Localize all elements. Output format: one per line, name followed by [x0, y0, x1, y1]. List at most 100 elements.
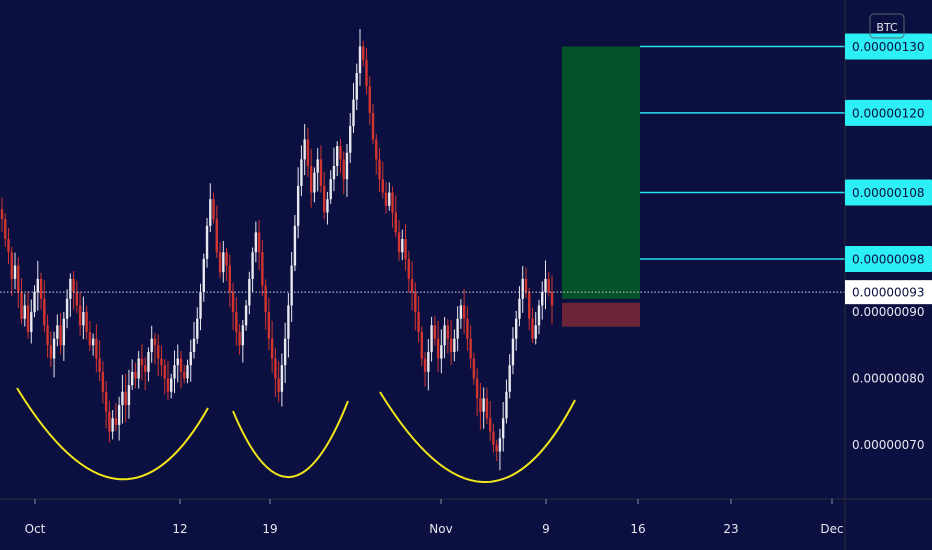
candle-body: [202, 258, 205, 293]
candle-body: [453, 338, 456, 352]
candle-body: [251, 252, 254, 279]
time-tick-label: 16: [630, 522, 645, 536]
candle-body: [443, 325, 446, 346]
candle-body: [82, 312, 85, 326]
candle-body: [469, 338, 472, 359]
candle-body: [111, 418, 114, 432]
candle-body: [475, 378, 479, 399]
candle-body: [482, 398, 485, 412]
candle-body: [355, 73, 358, 100]
candle-body: [101, 371, 105, 392]
candle-body: [436, 338, 440, 359]
candle-body: [511, 338, 515, 366]
candle-body: [492, 431, 495, 445]
candle-body: [98, 358, 101, 372]
candle-body: [534, 325, 537, 339]
candle-body: [150, 338, 153, 352]
candle-body: [449, 338, 453, 352]
candle-body: [417, 312, 420, 332]
candle-body: [215, 219, 218, 253]
candle-body: [13, 265, 17, 279]
candle-body: [505, 391, 508, 419]
candle-body: [0, 209, 4, 220]
candle-body: [88, 332, 92, 346]
candle-body: [46, 325, 49, 346]
candle-body: [225, 252, 228, 266]
time-tick-label: 23: [723, 522, 738, 536]
candle-body: [550, 292, 554, 306]
current-price-label: 0.00000093: [852, 286, 925, 300]
candle-body: [209, 199, 212, 226]
candle-body: [183, 371, 186, 379]
target-tag-label: 0.00000120: [852, 106, 925, 120]
candle-body: [501, 418, 505, 439]
candle-body: [326, 199, 329, 213]
candle-body: [329, 179, 332, 200]
candle-body: [10, 252, 13, 279]
candle-body: [368, 86, 371, 113]
candle-body: [222, 252, 225, 273]
candle-body: [414, 292, 417, 313]
candle-body: [296, 185, 300, 226]
candle-body: [336, 146, 339, 166]
candle-body: [456, 318, 459, 339]
candle-body: [352, 99, 355, 127]
candle-body: [306, 139, 310, 166]
candle-body: [488, 418, 492, 432]
candle-body: [257, 232, 261, 253]
price-chart[interactable]: 0.00000090 0.00000080 0.00000070 Oct 12 19 No…: [0, 0, 932, 550]
target-tag-label: 0.00000130: [852, 40, 925, 54]
candle-body: [401, 239, 404, 253]
profit-zone[interactable]: [562, 46, 640, 299]
candle-body: [544, 278, 547, 293]
chart-area[interactable]: 0.00000090 0.00000080 0.00000070 Oct 12 19 No…: [0, 0, 932, 550]
candle-body: [283, 338, 287, 366]
candle-body: [212, 199, 215, 220]
candle-body: [388, 192, 391, 206]
candle-body: [362, 46, 365, 60]
candle-body: [170, 378, 173, 392]
candle-body: [309, 166, 313, 193]
candle-body: [7, 239, 10, 253]
candle-body: [241, 325, 245, 346]
candle-body: [166, 378, 170, 392]
candle-body: [261, 252, 264, 286]
candle-body: [277, 378, 280, 392]
candle-body: [319, 159, 323, 186]
candle-body: [407, 258, 411, 279]
time-tick-label: Nov: [429, 522, 452, 536]
candle-body: [238, 332, 241, 346]
candle-body: [270, 338, 274, 359]
candle-body: [472, 358, 476, 379]
price-tick-label: 0.00000070: [852, 438, 925, 452]
candle-body: [173, 365, 176, 379]
price-tick-label: 0.00000090: [852, 305, 925, 319]
candle-body: [104, 391, 108, 412]
candle-body: [23, 305, 26, 319]
candle-body: [446, 325, 450, 339]
candle-body: [280, 365, 284, 392]
candle-body: [130, 371, 134, 386]
candle-body: [33, 292, 36, 313]
candle-body: [287, 305, 290, 339]
candle-body: [508, 365, 511, 392]
candle-body: [39, 278, 43, 299]
candle-body: [189, 351, 192, 366]
candle-body: [339, 146, 342, 160]
candle-body: [300, 159, 303, 186]
candle-body: [303, 139, 306, 160]
candle-body: [515, 318, 518, 339]
candle-body: [391, 192, 394, 213]
candle-body: [157, 345, 160, 359]
candle-body: [59, 325, 62, 346]
loss-zone[interactable]: [562, 302, 640, 327]
candle-body: [495, 444, 498, 452]
candle-body: [349, 126, 352, 153]
candle-body: [160, 358, 163, 366]
candle-body: [378, 159, 381, 180]
candle-body: [485, 398, 489, 419]
candle-body: [17, 265, 20, 293]
candle-body: [43, 298, 46, 326]
candle-body: [531, 318, 534, 339]
candle-body: [137, 358, 140, 379]
